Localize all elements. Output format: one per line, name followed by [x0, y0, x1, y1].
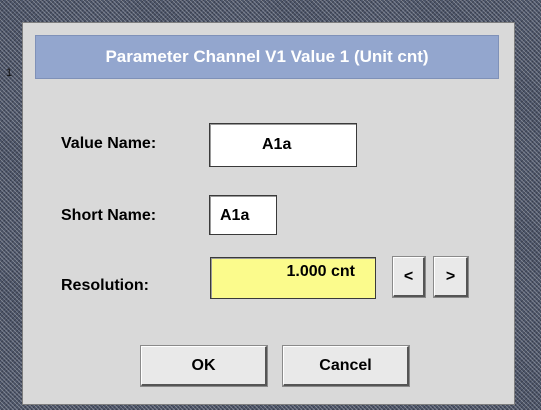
background-edge-mark: 1	[6, 67, 13, 79]
resolution-field[interactable]: 1.000 cnt	[210, 257, 376, 299]
screen: { "dialog": { "title": "Parameter Channe…	[0, 0, 541, 410]
resolution-increase-button[interactable]: >	[433, 256, 469, 298]
cancel-button[interactable]: Cancel	[282, 345, 410, 387]
value-name-label: Value Name:	[61, 135, 157, 152]
resolution-label: Resolution:	[61, 277, 149, 294]
dialog-title: Parameter Channel V1 Value 1 (Unit cnt)	[35, 35, 499, 79]
short-name-label: Short Name:	[61, 207, 157, 224]
resolution-decrease-button[interactable]: <	[392, 256, 426, 298]
ok-button[interactable]: OK	[140, 345, 268, 387]
value-name-field[interactable]: A1a	[209, 123, 357, 167]
short-name-field[interactable]: A1a	[209, 195, 277, 235]
parameter-dialog: Parameter Channel V1 Value 1 (Unit cnt) …	[22, 22, 515, 405]
